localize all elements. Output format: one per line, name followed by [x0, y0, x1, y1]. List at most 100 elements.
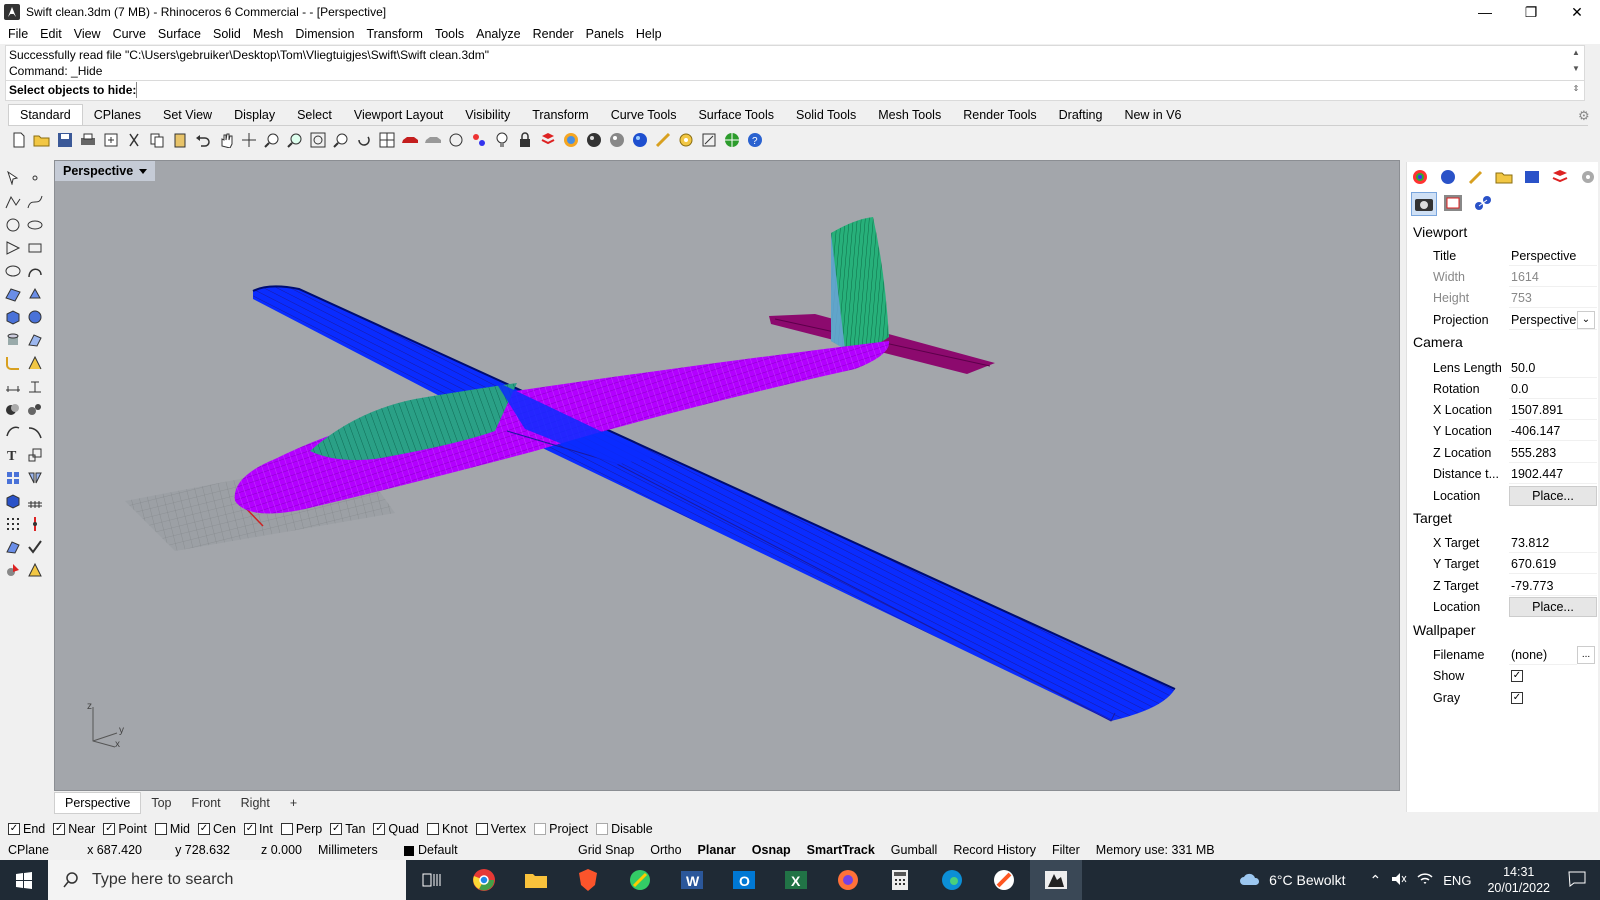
- tab-curve-tools[interactable]: Curve Tools: [600, 105, 688, 125]
- chevron-down-icon[interactable]: ⌄: [1577, 311, 1595, 329]
- rendered-sphere-icon[interactable]: [629, 129, 651, 151]
- shaded-sphere-icon[interactable]: [606, 129, 628, 151]
- point-grid-icon[interactable]: [3, 514, 23, 534]
- color-wheel-icon[interactable]: [560, 129, 582, 151]
- leader-icon[interactable]: [25, 376, 45, 396]
- tab-mesh-tools[interactable]: Mesh Tools: [867, 105, 952, 125]
- tab-cplanes[interactable]: CPlanes: [83, 105, 152, 125]
- zoom-selected-icon[interactable]: [330, 129, 352, 151]
- fillet-icon[interactable]: [3, 353, 23, 373]
- select-point-icon[interactable]: [445, 129, 467, 151]
- vptab-top[interactable]: Top: [141, 793, 181, 813]
- brave-icon[interactable]: [562, 860, 614, 900]
- check-icon[interactable]: [25, 537, 45, 557]
- browse-button[interactable]: ...: [1577, 646, 1595, 664]
- prop-title-value[interactable]: Perspective: [1509, 246, 1597, 266]
- snap-icon[interactable]: [468, 129, 490, 151]
- spin-icon[interactable]: ⇕: [1570, 84, 1582, 96]
- ellipse-icon[interactable]: [3, 261, 23, 281]
- options-gear-icon[interactable]: [675, 129, 697, 151]
- windows-start-icon[interactable]: [0, 860, 48, 900]
- close-button[interactable]: ✕: [1554, 0, 1600, 24]
- properties-icon[interactable]: [698, 129, 720, 151]
- prop-zloc-value[interactable]: 555.283: [1509, 443, 1597, 463]
- checkbox[interactable]: ✓: [198, 823, 210, 835]
- checkbox[interactable]: ✓: [8, 823, 20, 835]
- menu-help[interactable]: Help: [630, 27, 668, 41]
- prop-xloc-value[interactable]: 1507.891: [1509, 400, 1597, 420]
- language-indicator[interactable]: ENG: [1443, 873, 1471, 888]
- app-red-icon[interactable]: [978, 860, 1030, 900]
- osnap-point[interactable]: ✓ Point: [103, 822, 147, 836]
- copy-icon[interactable]: [146, 129, 168, 151]
- new-file-icon[interactable]: [8, 129, 30, 151]
- osnap-vertex[interactable]: Vertex: [475, 822, 526, 836]
- mesh-icon[interactable]: [25, 330, 45, 350]
- status-record-history[interactable]: Record History: [945, 843, 1044, 857]
- checkbox[interactable]: [534, 823, 547, 835]
- prop-distance-value[interactable]: 1902.447: [1509, 464, 1597, 484]
- checkbox[interactable]: ✓: [103, 823, 116, 835]
- checkbox[interactable]: [154, 823, 167, 835]
- gear-icon[interactable]: ⚙: [1578, 108, 1592, 123]
- object-props-tab-icon[interactable]: [1471, 192, 1497, 216]
- menu-view[interactable]: View: [68, 27, 107, 41]
- grid-icon[interactable]: [25, 491, 45, 511]
- text-icon[interactable]: T: [3, 445, 23, 465]
- checkbox[interactable]: [427, 823, 439, 835]
- menu-analyze[interactable]: Analyze: [470, 27, 526, 41]
- trim-icon[interactable]: [3, 422, 23, 442]
- display-tab-icon[interactable]: [1523, 168, 1543, 188]
- mirror-icon[interactable]: [25, 468, 45, 488]
- osnap-cen[interactable]: ✓ Cen: [198, 822, 236, 836]
- scale-icon[interactable]: [25, 445, 45, 465]
- light-bulb-icon[interactable]: [491, 129, 513, 151]
- edge-icon[interactable]: [926, 860, 978, 900]
- scroll-up-icon[interactable]: ▲: [1570, 48, 1582, 60]
- scroll-down-icon[interactable]: ▼: [1570, 64, 1582, 76]
- prop-rotation-value[interactable]: 0.0: [1509, 379, 1597, 399]
- clock[interactable]: 14:31 20/01/2022: [1487, 864, 1550, 896]
- notification-icon[interactable]: [1568, 871, 1586, 890]
- triangle-icon[interactable]: [3, 238, 23, 258]
- dimension-icon[interactable]: [3, 376, 23, 396]
- frame-tab-icon[interactable]: [1441, 192, 1467, 216]
- prop-xtarget-value[interactable]: 73.812: [1509, 533, 1597, 553]
- status-planar[interactable]: Planar: [690, 843, 744, 857]
- layers-icon[interactable]: [537, 129, 559, 151]
- prop-ytarget-value[interactable]: 670.619: [1509, 554, 1597, 574]
- command-input[interactable]: [136, 82, 1556, 98]
- four-view-icon[interactable]: [376, 129, 398, 151]
- render-sphere-icon[interactable]: [583, 129, 605, 151]
- tab-new-in-v6[interactable]: New in V6: [1113, 105, 1192, 125]
- osnap-end[interactable]: ✓ End: [8, 822, 45, 836]
- folder-tab-icon[interactable]: [1495, 168, 1515, 188]
- calculator-icon[interactable]: [874, 860, 926, 900]
- polyline-icon[interactable]: [3, 192, 23, 212]
- menu-file[interactable]: File: [2, 27, 34, 41]
- car-icon[interactable]: [399, 129, 421, 151]
- show-checkbox[interactable]: ✓: [1511, 670, 1523, 682]
- status-layer[interactable]: Default: [396, 843, 570, 857]
- app-icon[interactable]: [614, 860, 666, 900]
- status-osnap[interactable]: Osnap: [744, 843, 799, 857]
- status-ortho[interactable]: Ortho: [642, 843, 689, 857]
- tab-render-tools[interactable]: Render Tools: [952, 105, 1047, 125]
- chevron-down-icon[interactable]: [139, 168, 148, 174]
- zoom-window-icon[interactable]: [284, 129, 306, 151]
- gray-checkbox[interactable]: ✓: [1511, 692, 1523, 704]
- curve-icon[interactable]: [25, 192, 45, 212]
- gumball-icon[interactable]: [25, 514, 45, 534]
- status-grid-snap[interactable]: Grid Snap: [570, 843, 642, 857]
- menu-mesh[interactable]: Mesh: [247, 27, 290, 41]
- menu-dimension[interactable]: Dimension: [289, 27, 360, 41]
- save-icon[interactable]: [54, 129, 76, 151]
- osnap-project[interactable]: Project: [534, 822, 588, 836]
- sphere-icon[interactable]: [25, 307, 45, 327]
- circle-icon[interactable]: [3, 215, 23, 235]
- tab-drafting[interactable]: Drafting: [1048, 105, 1114, 125]
- prop-yloc-value[interactable]: -406.147: [1509, 421, 1597, 441]
- material-icon[interactable]: [25, 560, 45, 580]
- menu-solid[interactable]: Solid: [207, 27, 247, 41]
- speaker-icon[interactable]: [1391, 872, 1407, 889]
